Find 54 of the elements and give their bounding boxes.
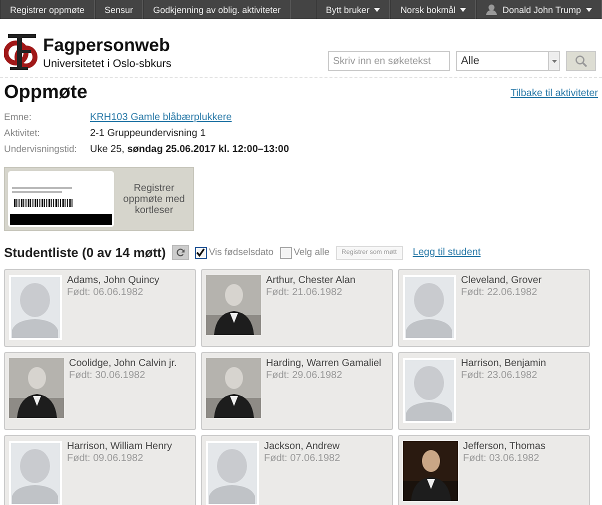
field-value: Uke 25, søndag 25.06.2017 kl. 12:00–13:00 [90,144,290,155]
field-value: 2-1 Gruppeundervisning 1 [90,128,207,139]
app-title: Fagpersonweb [43,34,172,56]
birth-date: Født: 21.06.1982 [266,287,344,298]
field-label: Undervisningstid: [4,144,78,155]
dropdown-menu[interactable]: Norsk bokmål [390,0,476,19]
birthdate-checkbox[interactable]: Vis fødselsdato [194,246,274,258]
birth-date: Født: 06.06.1982 [67,287,144,298]
caret-icon [374,8,380,12]
logo-icon [4,33,38,71]
avatar-icon [9,275,62,340]
student-name: Coolidge, John Calvin jr. [69,358,177,369]
birth-date: Født: 07.06.1982 [264,453,340,464]
student-name: Cleveland, Grover [461,275,542,286]
user-icon [486,4,498,15]
birth-date: Født: 30.06.1982 [69,370,146,381]
nav-link[interactable]: Godkjenning av oblig. aktiviteter [143,0,291,19]
birth-date: Født: 29.06.1982 [266,370,344,381]
user-menu[interactable]: Donald John Trump [476,0,602,19]
field-label: Aktivitet: [4,128,41,139]
checkmark-icon [196,248,206,257]
card-reader-button[interactable]: Registrer oppmøte med kortleser [4,167,194,231]
app-subtitle: Universitetet i Oslo-sbkurs [43,58,172,70]
back-link[interactable]: Tilbake til aktiviteter [510,88,598,99]
search-field[interactable]: Skriv inn en søketekst [328,51,450,71]
caret-icon [586,8,592,12]
student-name: Adams, John Quincy [67,275,160,286]
birth-date: Født: 09.06.1982 [67,453,144,464]
dropdown-menu[interactable]: Bytt bruker [316,0,390,19]
page-title: Oppmøte [4,82,88,104]
student-name: Arthur, Chester Alan [266,275,356,286]
refresh-icon [176,248,185,257]
select-all-checkbox[interactable]: Velg alle [280,246,330,258]
filter-select[interactable]: Alle [456,51,560,71]
refresh-button[interactable] [172,245,189,260]
section-title: Studentliste (0 av 14 møtt) [4,245,166,260]
student-name: Jefferson, Thomas [463,441,546,452]
add-student-link[interactable]: Legg til student [412,247,481,258]
caret-icon [552,60,556,62]
search-icon [575,55,587,67]
nav-link[interactable]: Registrer oppmøte [0,0,95,19]
avatar-icon [403,358,456,423]
field-label: Emne: [4,112,32,123]
birth-date: Født: 22.06.1982 [461,287,538,298]
birth-date: Født: 03.06.1982 [463,453,540,464]
student-name: Harding, Warren Gamaliel [266,358,382,369]
course-link[interactable]: KRH103 Gamle blåbærplukkere [90,112,232,123]
birth-date: Født: 23.06.1982 [461,370,538,381]
student-name: Jackson, Andrew [264,441,340,452]
caret-icon [460,8,466,12]
student-name: Harrison, William Henry [67,441,172,452]
avatar-icon [403,275,456,340]
nav-link[interactable]: Sensur [94,0,144,19]
student-name: Harrison, Benjamin [461,358,546,369]
